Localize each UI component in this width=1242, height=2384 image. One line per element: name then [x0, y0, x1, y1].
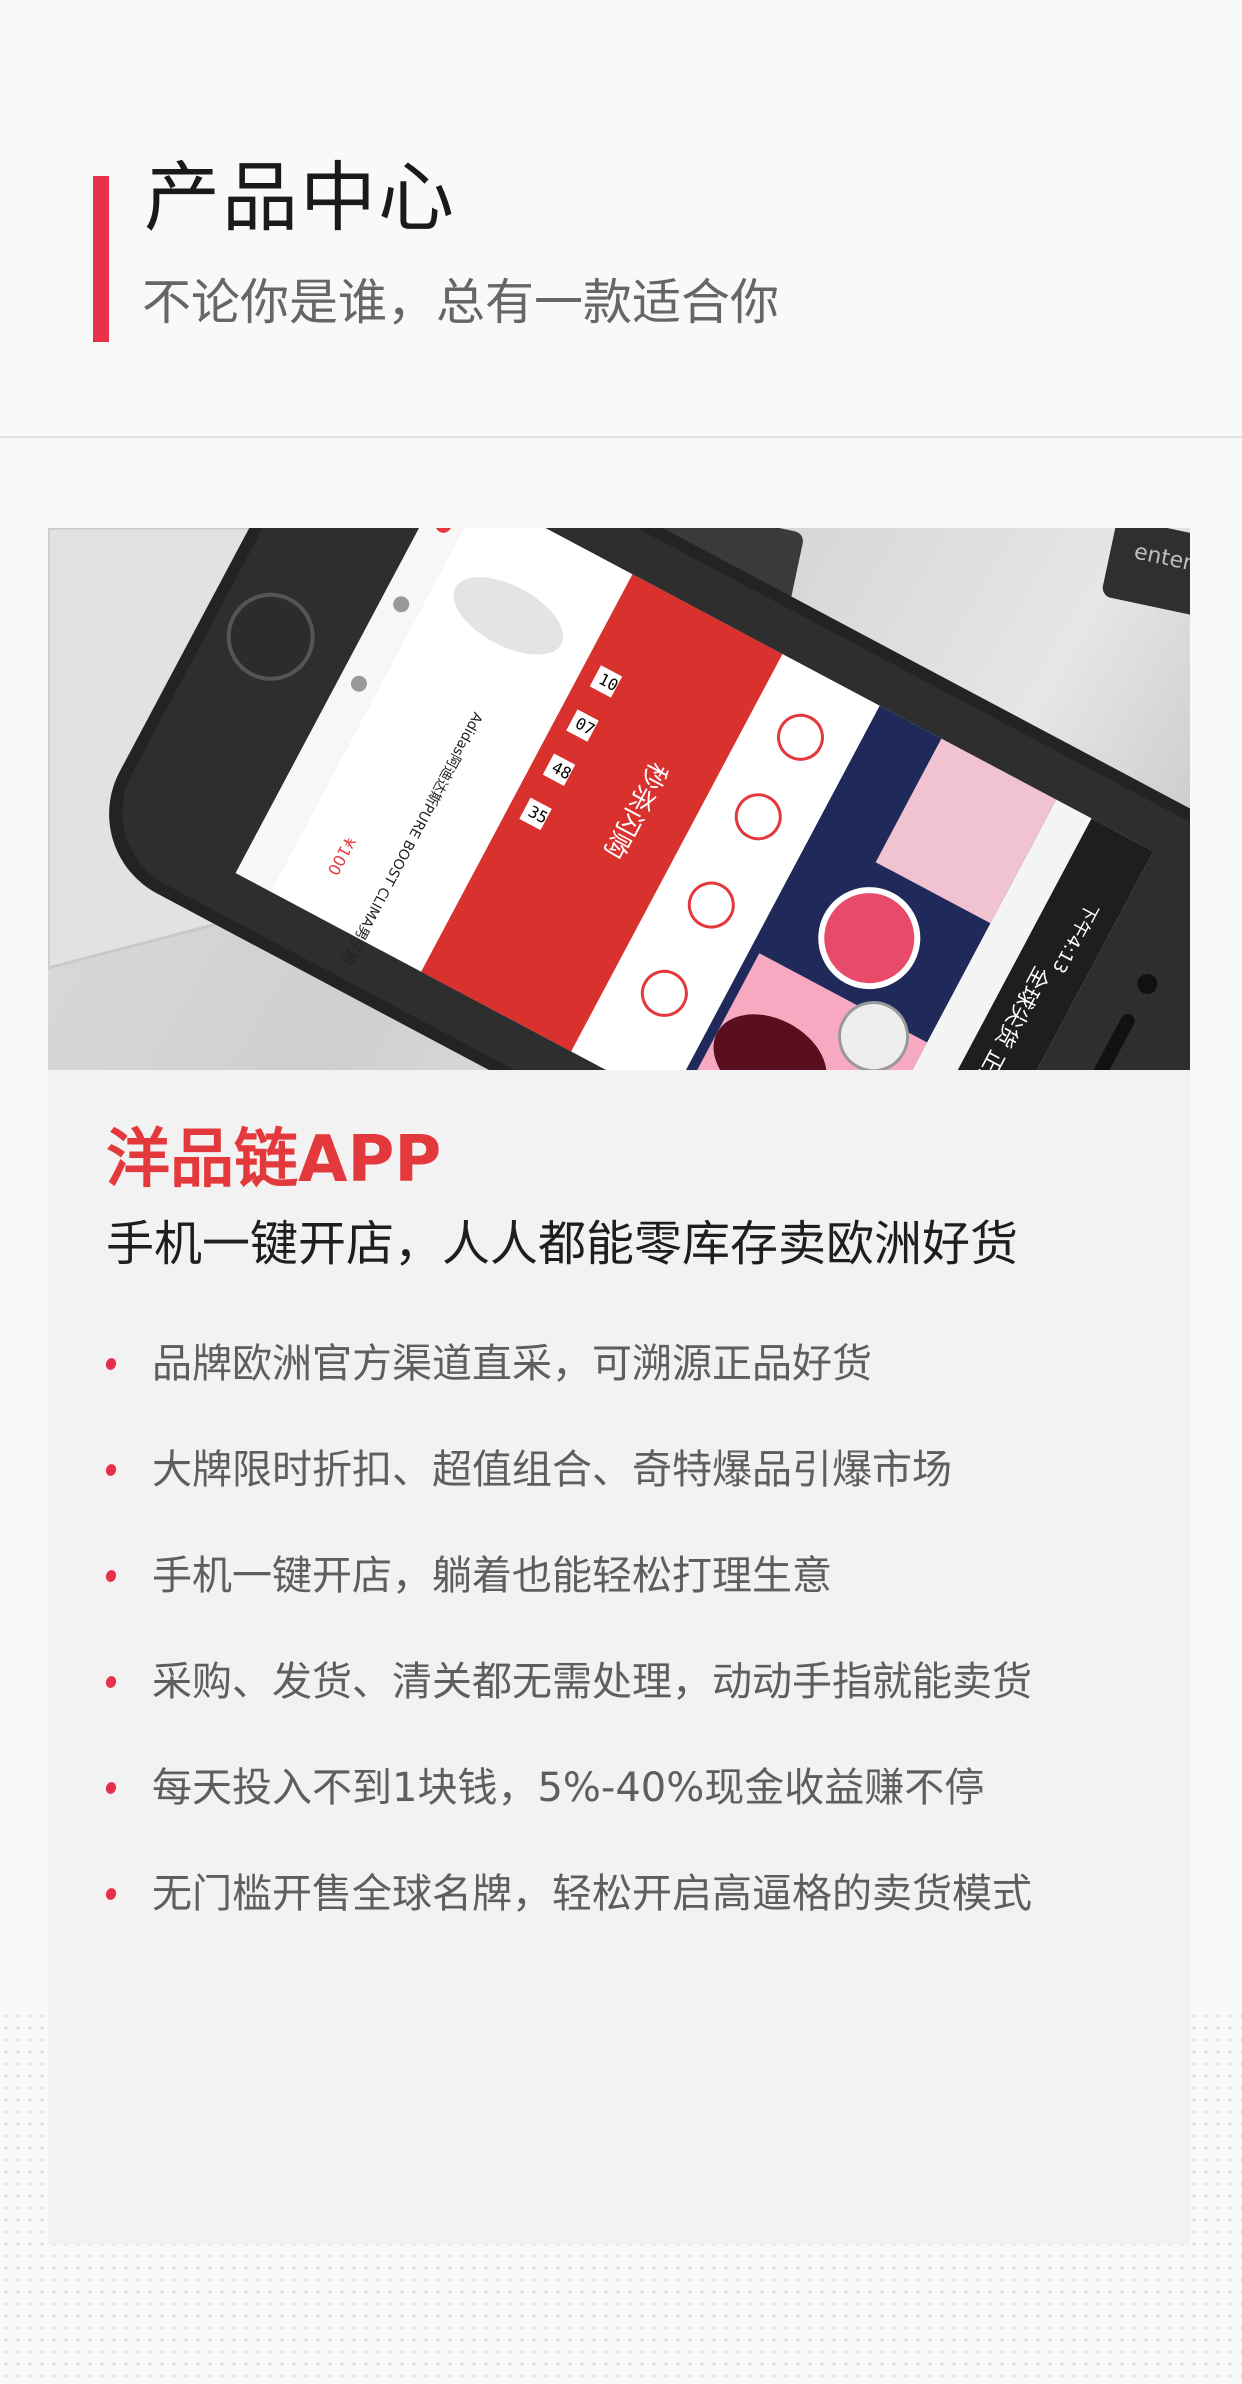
feature-item: 无门槛开售全球名牌，轻松开启高逼格的卖货模式 [104, 1868, 1032, 1974]
header-divider [0, 436, 1242, 438]
feature-text: 每天投入不到1块钱，5%-40%现金收益赚不停 [152, 1765, 985, 1811]
bullet-dot-icon [104, 1780, 118, 1796]
phone-illustration: 下午4:13 全球尖货 正品直邮 [109, 528, 1190, 1070]
feature-text: 手机一键开店，躺着也能轻松打理生意 [152, 1553, 832, 1599]
page-header: 产品中心 不论你是谁，总有一款适合你 [0, 0, 1242, 436]
bullet-dot-icon [104, 1674, 118, 1690]
product-card[interactable]: alt option enter 下 [48, 528, 1190, 2244]
feature-text: 大牌限时折扣、超值组合、奇特爆品引爆市场 [152, 1447, 952, 1493]
product-tagline: 手机一键开店，人人都能零库存卖欧洲好货 [106, 1216, 1019, 1272]
bullet-dot-icon [104, 1568, 118, 1584]
feature-text: 品牌欧洲官方渠道直采，可溯源正品好货 [152, 1341, 872, 1387]
bullet-dot-icon [104, 1356, 118, 1372]
feature-item: 每天投入不到1块钱，5%-40%现金收益赚不停 [104, 1762, 1032, 1868]
title-accent-bar [93, 176, 109, 342]
bullet-dot-icon [104, 1886, 118, 1902]
feature-list: 品牌欧洲官方渠道直采，可溯源正品好货 大牌限时折扣、超值组合、奇特爆品引爆市场 … [104, 1338, 1032, 1974]
product-hero-image: alt option enter 下 [48, 528, 1190, 1070]
product-name: 洋品链APP [106, 1123, 442, 1197]
bullet-dot-icon [104, 1462, 118, 1478]
feature-item: 手机一键开店，躺着也能轻松打理生意 [104, 1550, 1032, 1656]
feature-text: 采购、发货、清关都无需处理，动动手指就能卖货 [152, 1659, 1032, 1705]
feature-text: 无门槛开售全球名牌，轻松开启高逼格的卖货模式 [152, 1871, 1032, 1917]
feature-item: 采购、发货、清关都无需处理，动动手指就能卖货 [104, 1656, 1032, 1762]
feature-item: 品牌欧洲官方渠道直采，可溯源正品好货 [104, 1338, 1032, 1444]
page-subtitle: 不论你是谁，总有一款适合你 [142, 274, 780, 331]
feature-item: 大牌限时折扣、超值组合、奇特爆品引爆市场 [104, 1444, 1032, 1550]
page-title: 产品中心 [144, 153, 456, 242]
